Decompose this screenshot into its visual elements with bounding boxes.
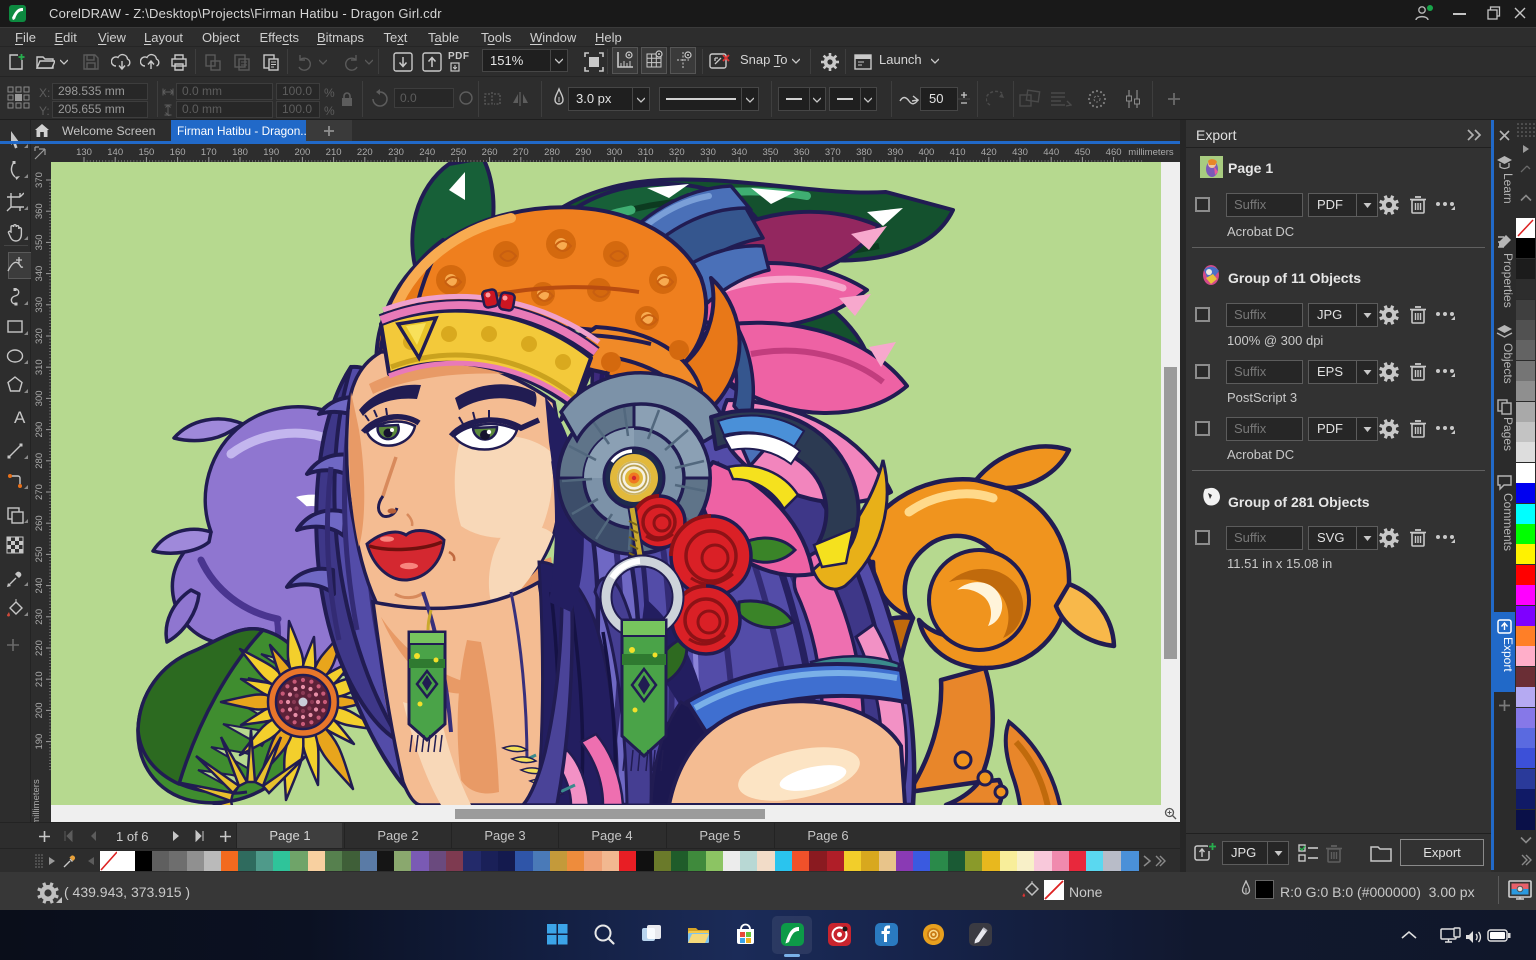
svg-text:280: 280 bbox=[544, 147, 560, 158]
svg-text:400: 400 bbox=[918, 147, 934, 158]
svg-text:millimeters: millimeters bbox=[31, 779, 42, 822]
svg-text:440: 440 bbox=[1043, 147, 1059, 158]
svg-text:190: 190 bbox=[263, 147, 279, 158]
svg-text:410: 410 bbox=[950, 147, 966, 158]
svg-text:450: 450 bbox=[1074, 147, 1090, 158]
svg-text:310: 310 bbox=[34, 359, 45, 375]
svg-text:180: 180 bbox=[232, 147, 248, 158]
svg-text:220: 220 bbox=[357, 147, 373, 158]
svg-text:380: 380 bbox=[856, 147, 872, 158]
svg-text:210: 210 bbox=[326, 147, 342, 158]
svg-text:290: 290 bbox=[34, 422, 45, 438]
svg-text:360: 360 bbox=[34, 203, 45, 219]
svg-text:130: 130 bbox=[76, 147, 92, 158]
svg-text:230: 230 bbox=[34, 609, 45, 625]
svg-text:270: 270 bbox=[34, 484, 45, 500]
svg-text:280: 280 bbox=[34, 453, 45, 469]
svg-text:350: 350 bbox=[762, 147, 778, 158]
svg-text:200: 200 bbox=[34, 702, 45, 718]
svg-text:200: 200 bbox=[294, 147, 310, 158]
svg-text:230: 230 bbox=[388, 147, 404, 158]
svg-text:350: 350 bbox=[34, 234, 45, 250]
svg-text:300: 300 bbox=[606, 147, 622, 158]
svg-text:140: 140 bbox=[107, 147, 123, 158]
svg-text:330: 330 bbox=[34, 297, 45, 313]
svg-text:210: 210 bbox=[34, 671, 45, 687]
svg-text:250: 250 bbox=[34, 546, 45, 562]
svg-text:320: 320 bbox=[669, 147, 685, 158]
svg-text:160: 160 bbox=[170, 147, 186, 158]
svg-text:430: 430 bbox=[1012, 147, 1028, 158]
svg-text:460: 460 bbox=[1106, 147, 1122, 158]
svg-text:260: 260 bbox=[34, 515, 45, 531]
svg-text:170: 170 bbox=[201, 147, 217, 158]
svg-text:420: 420 bbox=[981, 147, 997, 158]
svg-text:240: 240 bbox=[419, 147, 435, 158]
svg-text:240: 240 bbox=[34, 578, 45, 594]
svg-text:320: 320 bbox=[34, 328, 45, 344]
svg-text:330: 330 bbox=[700, 147, 716, 158]
svg-text:340: 340 bbox=[731, 147, 747, 158]
svg-text:340: 340 bbox=[34, 266, 45, 282]
svg-text:310: 310 bbox=[638, 147, 654, 158]
svg-text:millimeters: millimeters bbox=[1128, 147, 1174, 158]
svg-text:370: 370 bbox=[34, 172, 45, 188]
svg-text:220: 220 bbox=[34, 640, 45, 656]
svg-text:290: 290 bbox=[575, 147, 591, 158]
svg-text:270: 270 bbox=[513, 147, 529, 158]
svg-text:260: 260 bbox=[482, 147, 498, 158]
svg-text:250: 250 bbox=[450, 147, 466, 158]
svg-text:150: 150 bbox=[138, 147, 154, 158]
svg-text:390: 390 bbox=[887, 147, 903, 158]
svg-text:360: 360 bbox=[794, 147, 810, 158]
svg-text:190: 190 bbox=[34, 734, 45, 750]
svg-text:300: 300 bbox=[34, 390, 45, 406]
svg-text:370: 370 bbox=[825, 147, 841, 158]
